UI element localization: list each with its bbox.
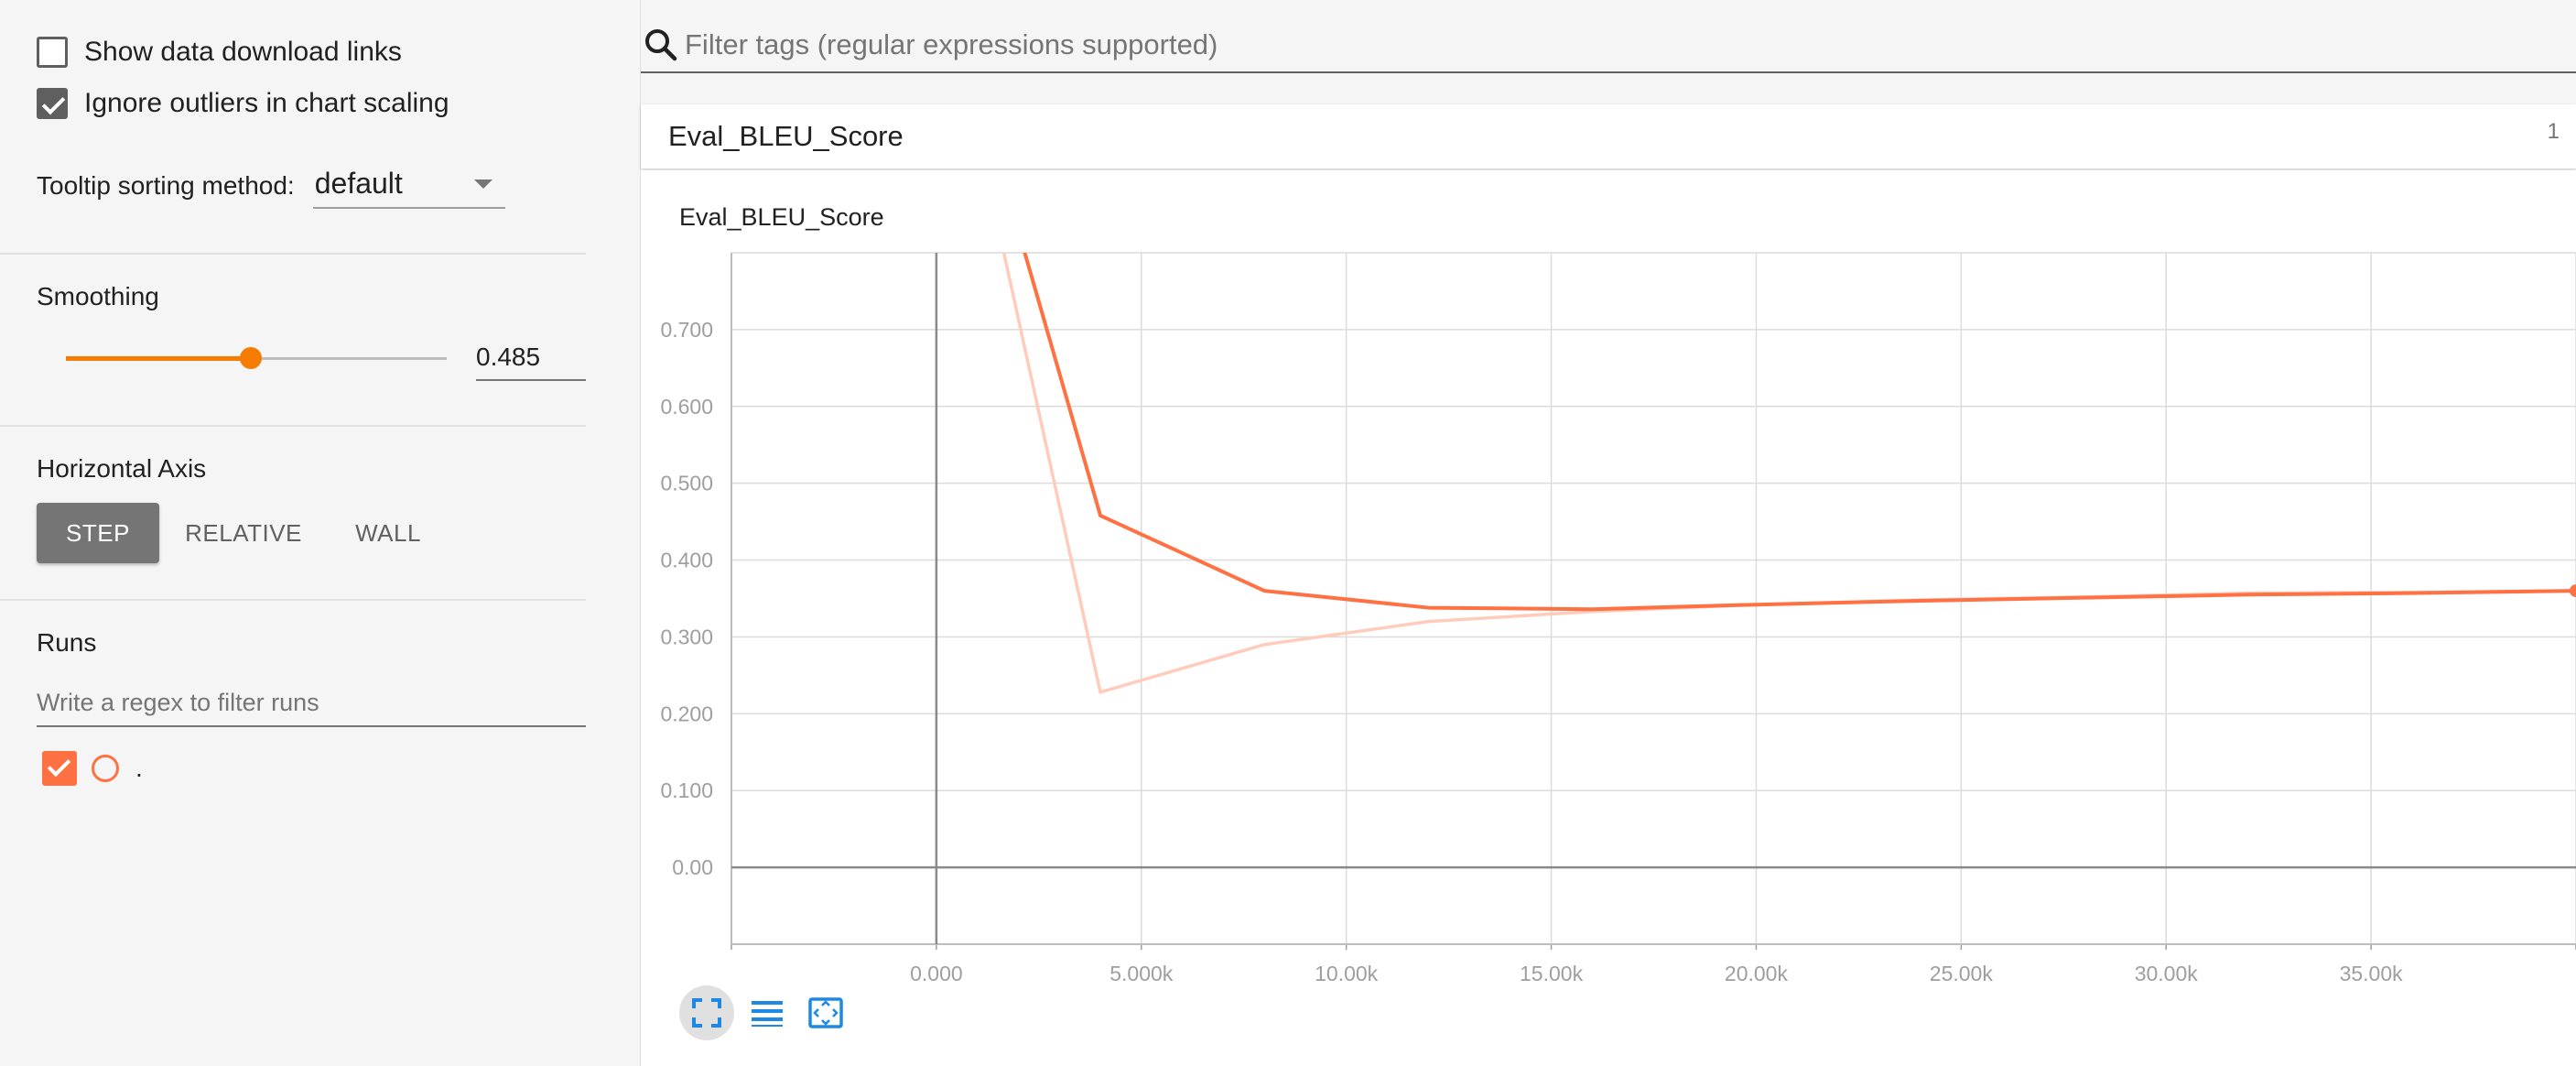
y-tick-label: 0.00 <box>672 855 713 879</box>
sidebar: Show data download links Ignore outliers… <box>0 0 641 1066</box>
x-tick-label: 15.00k <box>1520 962 1584 985</box>
y-tick-label: 0.700 <box>660 318 713 342</box>
axis-step-button[interactable]: STEP <box>37 503 159 563</box>
search-icon <box>645 29 677 61</box>
show-download-links-label: Show data download links <box>84 37 402 67</box>
smoothing-value-input[interactable]: 0.485 <box>476 341 586 381</box>
ignore-outliers-box[interactable] <box>37 88 68 119</box>
x-tick-label: 10.00k <box>1315 962 1379 985</box>
tag-filter-bar[interactable]: Filter tags (regular expressions support… <box>641 18 2576 73</box>
last-point-marker <box>2570 584 2576 598</box>
x-tick-label: 25.00k <box>1930 962 1994 985</box>
run-item: . <box>42 751 143 786</box>
tag-group-title: Eval_BLEU_Score <box>668 120 904 152</box>
tag-group-count: 1 <box>2547 119 2560 144</box>
fit-domain-button[interactable] <box>679 985 734 1040</box>
tag-filter-input[interactable]: Filter tags (regular expressions support… <box>685 28 1218 61</box>
x-tick-label: 20.00k <box>1725 962 1789 985</box>
y-tick-label: 0.400 <box>660 549 713 572</box>
show-download-links-box[interactable] <box>37 37 68 68</box>
axis-relative-button[interactable]: RELATIVE <box>179 503 308 563</box>
y-tick-label: 0.200 <box>660 702 713 725</box>
chart-card: Eval_BLEU_Score 0.000 5.000k 10.00k 15.00k 2… <box>641 170 2576 1066</box>
run-checkbox[interactable] <box>42 751 77 786</box>
divider <box>0 425 586 427</box>
ignore-outliers-label: Ignore outliers in chart scaling <box>84 88 449 118</box>
y-tick-label: 0.600 <box>660 395 713 419</box>
x-tick-label: 5.000k <box>1109 962 1174 985</box>
smoothing-slider[interactable] <box>66 344 447 372</box>
tooltip-sorting-label: Tooltip sorting method: <box>37 171 295 200</box>
slider-thumb[interactable] <box>239 347 262 369</box>
smoothing-title: Smoothing <box>37 282 159 310</box>
slider-fill <box>66 356 251 361</box>
y-tick-label: 0.500 <box>660 472 713 495</box>
x-tick-label: 0.000 <box>910 962 963 985</box>
ignore-outliers-checkbox[interactable]: Ignore outliers in chart scaling <box>37 85 449 122</box>
toggle-log-scale-button[interactable] <box>740 985 795 1040</box>
tooltip-sorting-row: Tooltip sorting method: default <box>37 163 505 209</box>
y-tick-label: 0.100 <box>660 778 713 802</box>
tooltip-sorting-value: default <box>314 167 403 200</box>
toggle-log-scale-icon <box>752 1001 783 1027</box>
toggle-y-axis-button[interactable] <box>798 985 853 1040</box>
x-tick-label: 30.00k <box>2135 962 2199 985</box>
x-tick-label: 35.00k <box>2340 962 2404 985</box>
run-radio-button[interactable] <box>92 755 119 782</box>
runs-filter-input[interactable]: Write a regex to filter runs <box>37 685 586 727</box>
horizontal-axis-title: Horizontal Axis <box>37 454 207 483</box>
toggle-y-axis-icon <box>808 997 843 1028</box>
runs-title: Runs <box>37 628 97 657</box>
fit-domain-icon <box>692 998 721 1028</box>
tooltip-sorting-select[interactable]: default <box>312 163 505 209</box>
show-download-links-checkbox[interactable]: Show data download links <box>37 34 402 71</box>
axis-wall-button[interactable]: WALL <box>335 503 441 563</box>
tag-group-header[interactable]: Eval_BLEU_Score 1 <box>641 104 2576 169</box>
line-chart[interactable]: 0.000 5.000k 10.00k 15.00k 20.00k 25.00k 30.00… <box>641 170 2576 1013</box>
y-tick-label: 0.300 <box>660 625 713 648</box>
chevron-down-icon <box>473 179 492 189</box>
run-name: . <box>135 754 143 782</box>
divider <box>0 599 586 601</box>
divider <box>0 253 586 255</box>
